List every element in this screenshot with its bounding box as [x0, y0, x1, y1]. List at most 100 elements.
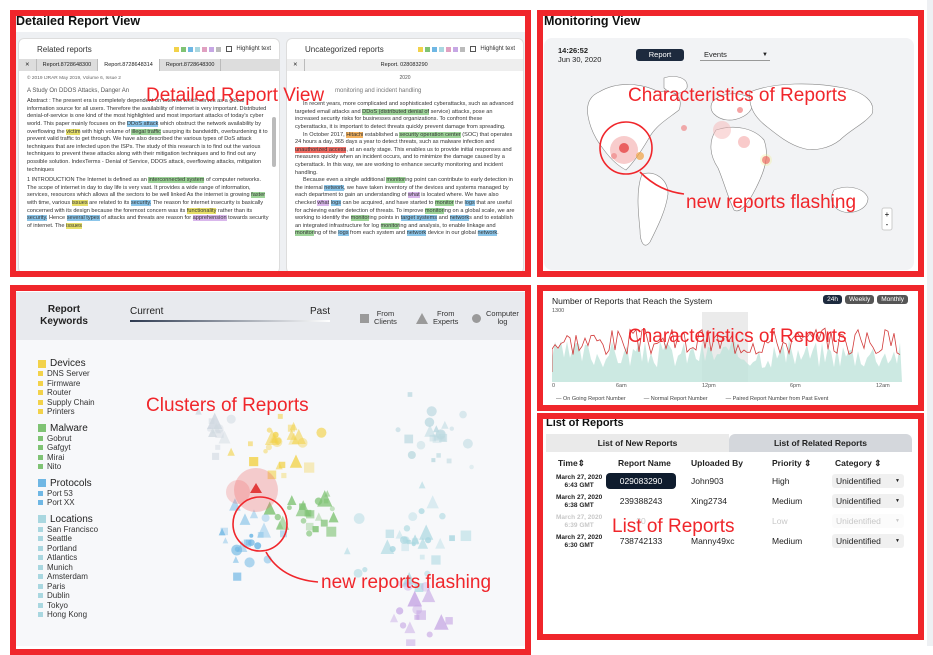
tab-new-reports[interactable]: List of New Reports: [546, 434, 729, 452]
close-icon[interactable]: ✕: [19, 59, 37, 71]
report-square[interactable]: [407, 392, 413, 397]
category-select[interactable]: Unidentified ▼: [832, 534, 904, 548]
report-square[interactable]: [249, 457, 259, 467]
zoom-out-icon[interactable]: -: [886, 220, 889, 229]
report-square[interactable]: [287, 424, 295, 432]
category-select[interactable]: Unidentified ▼: [832, 514, 904, 528]
report-triangle[interactable]: [404, 621, 416, 634]
keyword-item[interactable]: Gobrut: [38, 434, 158, 444]
keyword-item[interactable]: Port 53: [38, 489, 158, 499]
weekly-button[interactable]: Weekly: [845, 295, 875, 304]
checkbox-icon[interactable]: [226, 46, 233, 52]
keyword-group-header[interactable]: Malware: [38, 423, 158, 434]
report-button[interactable]: Report: [636, 49, 684, 61]
keyword-item[interactable]: Mirai: [38, 453, 158, 463]
col-time[interactable]: Time⇕: [558, 458, 585, 469]
keyword-item[interactable]: Gafgyt: [38, 443, 158, 453]
report-circle[interactable]: [395, 427, 401, 433]
report-square[interactable]: [215, 444, 221, 450]
report-circle[interactable]: [426, 406, 437, 417]
report-circle[interactable]: [407, 450, 416, 460]
monthly-button[interactable]: Monthly: [877, 295, 908, 304]
keyword-item[interactable]: Dublin: [38, 591, 158, 601]
keyword-item[interactable]: Nito: [38, 462, 158, 472]
report-square[interactable]: [278, 461, 286, 469]
keyword-item[interactable]: DNS Server: [38, 369, 158, 379]
table-row[interactable]: March 27, 2020 6:38 GMT 239388243 Xing2734 M…: [546, 492, 912, 512]
report-triangle[interactable]: [389, 613, 399, 623]
report-square[interactable]: [215, 429, 224, 438]
keyword-group-header[interactable]: Devices: [38, 358, 158, 369]
report-circle[interactable]: [265, 444, 272, 451]
report-circle[interactable]: [469, 464, 474, 470]
report-circle[interactable]: [449, 426, 454, 431]
report-circle[interactable]: [316, 427, 327, 438]
keyword-item[interactable]: Firmware: [38, 379, 158, 389]
tab-report[interactable]: Report. 028083290: [375, 59, 434, 71]
keyword-item[interactable]: Munich: [38, 563, 158, 573]
tab-report-2[interactable]: Report.8728648314: [98, 59, 160, 71]
row-report-name[interactable]: 029083290: [606, 473, 676, 489]
report-circle[interactable]: [459, 410, 467, 419]
report-triangle[interactable]: [441, 420, 449, 429]
report-square[interactable]: [404, 434, 414, 444]
keyword-item[interactable]: San Francisco: [38, 525, 158, 535]
keyword-item[interactable]: Amsterdam: [38, 572, 158, 582]
row-report-name[interactable]: 239388243: [606, 493, 676, 509]
report-square[interactable]: [445, 617, 453, 625]
keyword-item[interactable]: Router: [38, 388, 158, 398]
close-icon[interactable]: ✕: [287, 59, 305, 71]
report-square[interactable]: [248, 441, 253, 447]
table-row[interactable]: March 27, 2020 6:43 GMT 029083290 John903 Hi…: [546, 472, 912, 492]
report-circle[interactable]: [266, 427, 272, 433]
checkbox-icon[interactable]: [470, 46, 477, 52]
category-select[interactable]: Unidentified ▼: [832, 474, 904, 488]
tab-report-1[interactable]: Report.8728648300: [37, 59, 99, 71]
report-square[interactable]: [431, 458, 436, 463]
report-circle[interactable]: [426, 631, 433, 638]
highlight-swatches[interactable]: Highlight text: [418, 46, 515, 52]
report-circle[interactable]: [297, 437, 308, 448]
keyword-group-header[interactable]: Protocols: [38, 478, 158, 489]
highlight-swatches[interactable]: Highlight text: [174, 46, 271, 52]
keyword-item[interactable]: Paris: [38, 582, 158, 592]
keyword-item[interactable]: Tokyo: [38, 601, 158, 611]
keyword-group-header[interactable]: Locations: [38, 514, 158, 525]
keyword-item[interactable]: Portland: [38, 544, 158, 554]
keyword-item[interactable]: Port XX: [38, 498, 158, 508]
report-triangle[interactable]: [227, 447, 235, 456]
report-square[interactable]: [220, 527, 228, 536]
keyword-item[interactable]: Atlantics: [38, 553, 158, 563]
report-square[interactable]: [212, 452, 220, 460]
report-circle[interactable]: [424, 417, 435, 428]
report-circle[interactable]: [399, 622, 407, 629]
report-square[interactable]: [446, 458, 452, 464]
report-circle[interactable]: [462, 438, 473, 449]
report-triangle[interactable]: [418, 481, 426, 489]
keyword-item[interactable]: Hong Kong: [38, 610, 158, 620]
report-circle[interactable]: [416, 440, 426, 450]
keyword-item[interactable]: Supply Chain: [38, 398, 158, 408]
zoom-in-icon[interactable]: +: [885, 210, 890, 219]
keyword-item[interactable]: Seattle: [38, 534, 158, 544]
category-value: Unidentified: [836, 476, 881, 486]
time-slider[interactable]: [130, 320, 330, 322]
tab-related-reports[interactable]: List of Related Reports: [729, 434, 912, 452]
24h-button[interactable]: 24h: [823, 295, 843, 304]
tab-report-3[interactable]: Report.8728648300: [160, 59, 222, 71]
report-square[interactable]: [281, 472, 287, 479]
report-square[interactable]: [304, 462, 315, 473]
keyword-item[interactable]: Printers: [38, 407, 158, 417]
chevron-down-icon: ▼: [762, 52, 768, 58]
events-select[interactable]: Events ▼: [700, 49, 770, 61]
keyword-group: Protocols Port 53 Port XX: [38, 478, 158, 508]
category-select[interactable]: Unidentified ▼: [832, 494, 904, 508]
scrollbar[interactable]: [272, 117, 276, 167]
row-time: March 27, 2020 6:38 GMT: [556, 494, 602, 510]
report-square[interactable]: [436, 453, 441, 458]
col-priority[interactable]: Priority ⇕: [772, 458, 811, 469]
col-category[interactable]: Category ⇕: [835, 458, 881, 469]
report-triangle[interactable]: [289, 454, 303, 468]
past-label: Past: [310, 306, 331, 317]
report-square[interactable]: [406, 639, 416, 646]
